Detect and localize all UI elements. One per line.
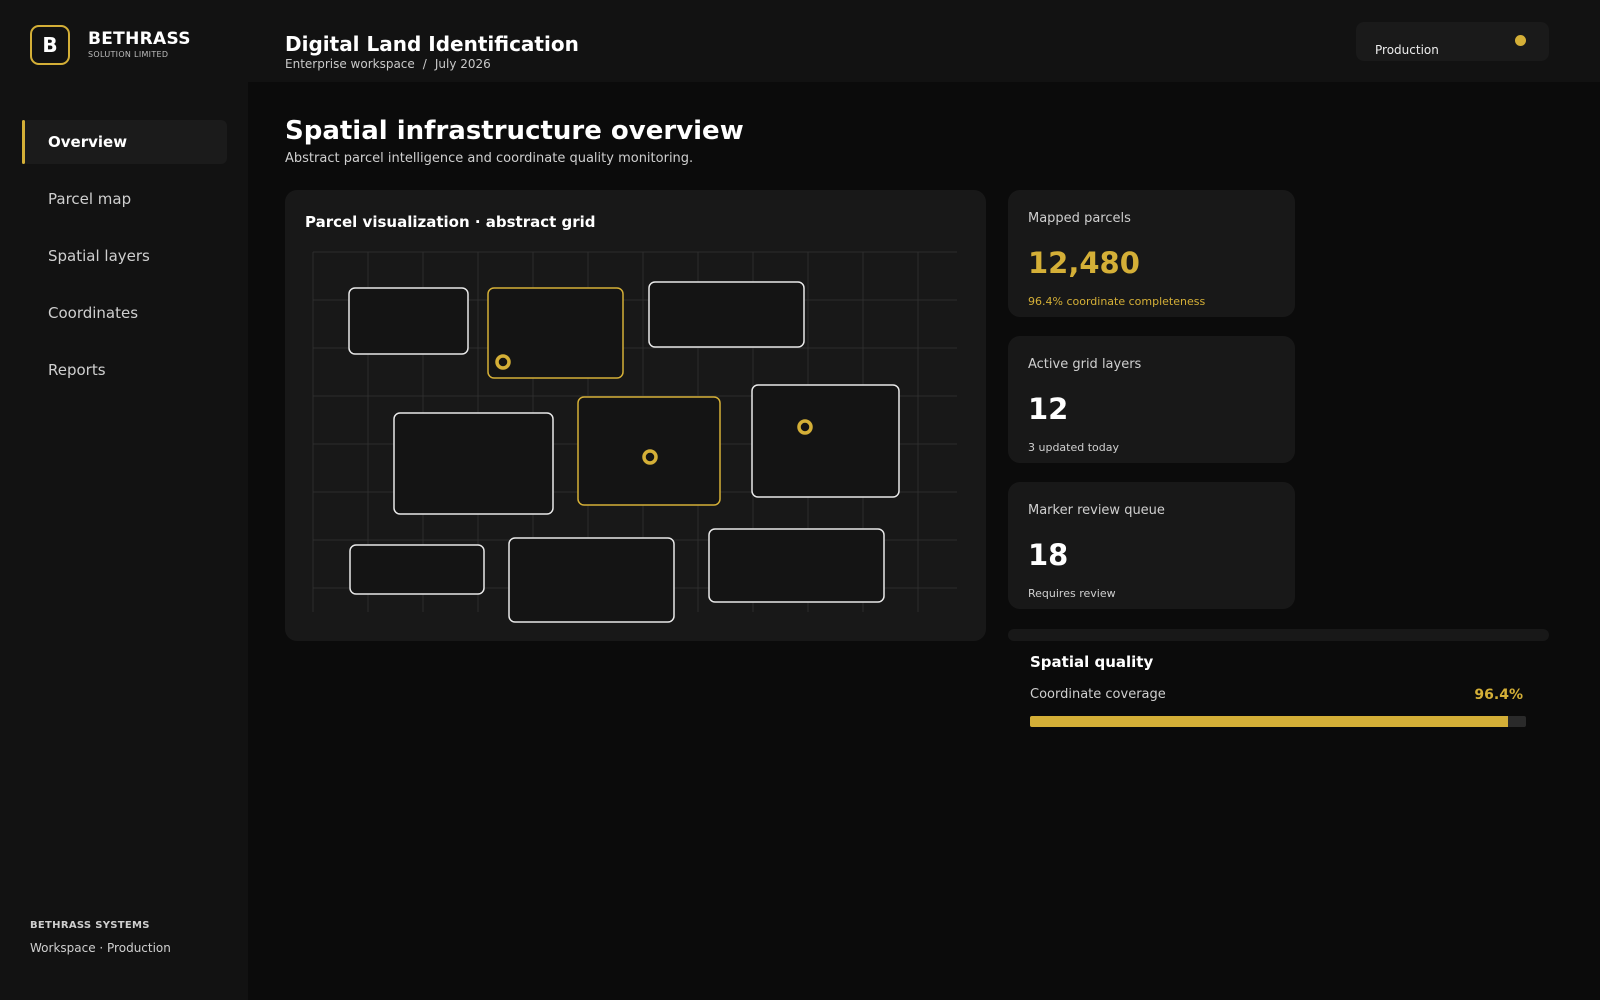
parcel[interactable] (648, 281, 805, 348)
footer-company: BETHRASS SYSTEMS (30, 920, 150, 931)
stat-subtext: Requires review (1028, 587, 1116, 600)
environment-selector[interactable]: Production (1356, 22, 1549, 61)
quality-percent: 96.4% (1474, 687, 1523, 703)
stat-subtext: 3 updated today (1028, 441, 1120, 454)
parcel[interactable] (348, 287, 469, 355)
quality-label: Coordinate coverage (1030, 687, 1166, 702)
sidebar-footer: BETHRASS SYSTEMS Workspace · Production (30, 920, 171, 955)
brand-name: BETHRASS (88, 29, 191, 49)
parcel[interactable] (751, 384, 900, 498)
coverage-progress-fill (1030, 716, 1509, 727)
parcel[interactable] (349, 544, 485, 595)
stat-card-active-grid-layers[interactable]: Active grid layers 12 3 updated today (1008, 336, 1295, 463)
parcel-visualization-card: Parcel visualization · abstract grid (285, 190, 986, 641)
footer-workspace: Workspace · Production (30, 941, 171, 955)
coverage-progress-bar (1030, 716, 1526, 727)
status-dot-icon (1515, 35, 1526, 46)
quality-card-top (1008, 629, 1549, 641)
environment-label: Production (1375, 43, 1439, 57)
app-root: B BETHRASS SOLUTION LIMITED Overview Par… (0, 0, 1600, 1000)
breadcrumb-workspace[interactable]: Enterprise workspace (285, 57, 415, 71)
quality-title: Spatial quality (1030, 653, 1154, 671)
sidebar-nav: Overview Parcel map Spatial layers Coord… (22, 120, 227, 405)
sidebar-item-parcel-map[interactable]: Parcel map (22, 177, 227, 221)
breadcrumb-date: July 2026 (434, 57, 491, 71)
brand-subtitle: SOLUTION LIMITED (88, 50, 169, 59)
sidebar-item-spatial-layers[interactable]: Spatial layers (22, 234, 227, 278)
stat-card-mapped-parcels[interactable]: Mapped parcels 12,480 96.4% coordinate c… (1008, 190, 1295, 317)
stat-label: Marker review queue (1028, 503, 1165, 518)
parcel[interactable] (708, 528, 885, 603)
top-header: Digital Land Identification Enterprise w… (248, 0, 1600, 82)
brand-logo[interactable]: B BETHRASS SOLUTION LIMITED (30, 25, 191, 65)
page-subtitle: Abstract parcel intelligence and coordin… (285, 151, 694, 166)
parcel[interactable] (393, 412, 554, 515)
sidebar-item-coordinates[interactable]: Coordinates (22, 291, 227, 335)
stat-subtext: 96.4% coordinate completeness (1028, 295, 1206, 308)
page-title: Spatial infrastructure overview (285, 116, 744, 146)
parcels (348, 281, 900, 623)
visualization-title: Parcel visualization · abstract grid (305, 213, 596, 231)
app-title: Digital Land Identification (285, 32, 579, 56)
brand-text: BETHRASS SOLUTION LIMITED (88, 31, 191, 59)
brand-mark-icon: B (30, 25, 70, 65)
sidebar-item-reports[interactable]: Reports (22, 348, 227, 392)
stat-label: Mapped parcels (1028, 211, 1131, 226)
stat-label: Active grid layers (1028, 357, 1142, 372)
parcel-grid-canvas[interactable] (285, 190, 986, 641)
stat-value: 18 (1028, 538, 1069, 572)
stat-card-marker-review-queue[interactable]: Marker review queue 18 Requires review (1008, 482, 1295, 609)
stat-value: 12,480 (1028, 246, 1140, 280)
breadcrumb: Enterprise workspace / July 2026 (285, 57, 491, 71)
sidebar-item-overview[interactable]: Overview (22, 120, 227, 164)
stat-value: 12 (1028, 392, 1069, 426)
breadcrumb-separator: / (422, 57, 427, 71)
parcel[interactable] (508, 537, 675, 623)
sidebar: B BETHRASS SOLUTION LIMITED Overview Par… (0, 0, 248, 1000)
